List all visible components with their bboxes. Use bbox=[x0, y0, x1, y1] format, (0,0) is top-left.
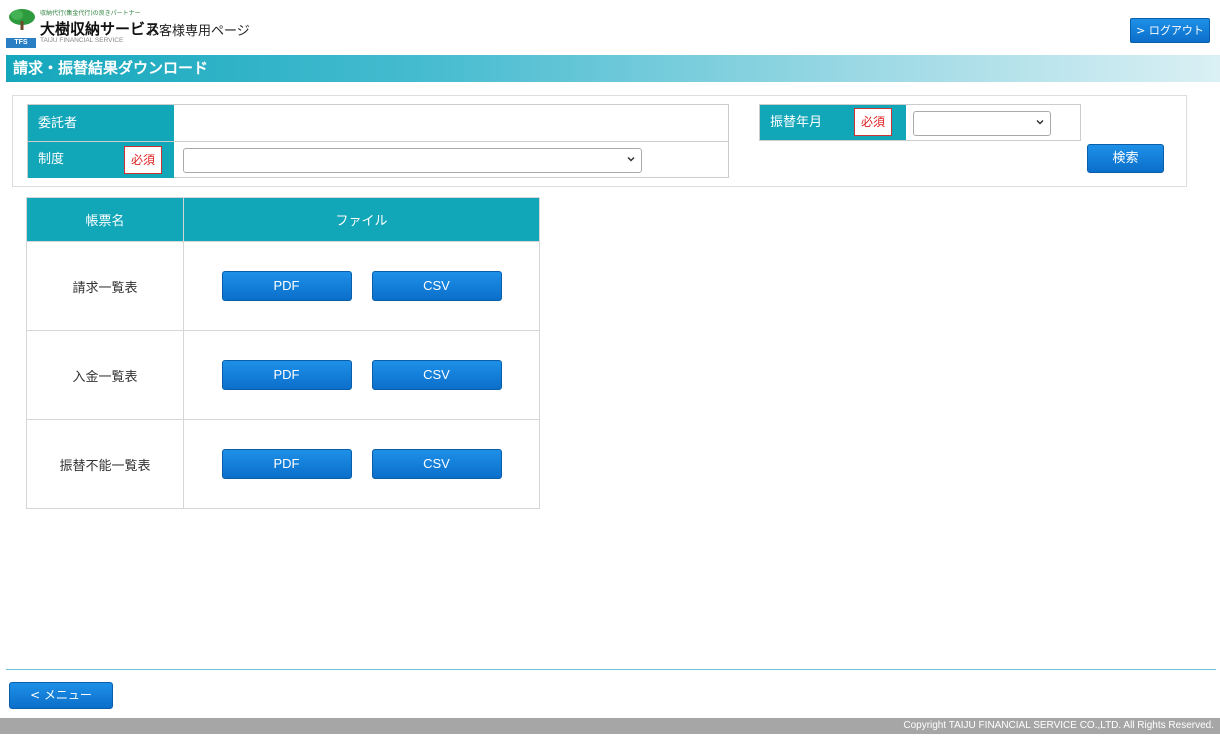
transfer-failure-list-pdf-button[interactable]: PDF bbox=[221, 449, 352, 479]
brand-tagline: 収納代行(集金代行)の良きパートナー bbox=[40, 10, 141, 17]
report-name-cell: 請求一覧表 bbox=[26, 241, 184, 331]
search-panel: 委託者 制度 必須 振替年月 必須 検索 bbox=[12, 95, 1187, 187]
chevron-down-icon bbox=[627, 156, 635, 162]
table-row: 入金一覧表 PDF CSV bbox=[26, 330, 540, 420]
search-button[interactable]: 検索 bbox=[1087, 144, 1164, 173]
chevron-down-icon bbox=[1036, 119, 1044, 125]
back-to-menu-button[interactable]: < メニュー bbox=[9, 682, 113, 709]
brand-name: 大樹収納サービス bbox=[40, 20, 161, 38]
report-name-header: 帳票名 bbox=[26, 197, 184, 242]
file-cell: PDF CSV bbox=[183, 330, 540, 420]
file-cell: PDF CSV bbox=[183, 241, 540, 331]
report-name-cell: 振替不能一覧表 bbox=[26, 419, 184, 509]
billing-list-csv-button[interactable]: CSV bbox=[371, 271, 502, 301]
transfer-failure-list-csv-button[interactable]: CSV bbox=[371, 449, 502, 479]
tree-logo-icon bbox=[9, 9, 35, 30]
system-row: 制度 必須 bbox=[28, 142, 728, 178]
copyright-bar: Copyright TAIJU FINANCIAL SERVICE CO.,LT… bbox=[0, 718, 1220, 734]
consignor-row: 委託者 bbox=[28, 105, 728, 142]
logout-button[interactable]: > ログアウト bbox=[1130, 18, 1210, 43]
brand-english-name: TAIJU FINANCIAL SERVICE bbox=[40, 37, 124, 44]
system-required-badge: 必須 bbox=[124, 146, 162, 174]
table-row: 請求一覧表 PDF CSV bbox=[26, 241, 540, 331]
page-subtitle: お客様専用ページ bbox=[146, 24, 250, 39]
search-form-right: 振替年月 必須 bbox=[759, 104, 1081, 141]
logo-badge: TFS bbox=[6, 38, 36, 48]
table-header-row: 帳票名 ファイル bbox=[26, 197, 540, 242]
page-title: 請求・振替結果ダウンロード bbox=[6, 55, 1220, 82]
file-cell: PDF CSV bbox=[183, 419, 540, 509]
search-form-left: 委託者 制度 必須 bbox=[27, 104, 729, 178]
page-header: TFS 収納代行(集金代行)の良きパートナー 大樹収納サービス TAIJU FI… bbox=[0, 0, 1220, 52]
payment-list-pdf-button[interactable]: PDF bbox=[221, 360, 352, 390]
footer-divider bbox=[6, 669, 1216, 670]
system-select[interactable] bbox=[183, 148, 642, 173]
file-header: ファイル bbox=[183, 197, 540, 242]
report-name-cell: 入金一覧表 bbox=[26, 330, 184, 420]
company-logo: TFS bbox=[6, 8, 38, 48]
consignor-label: 委託者 bbox=[28, 105, 174, 141]
transfer-month-select[interactable] bbox=[913, 111, 1051, 136]
table-row: 振替不能一覧表 PDF CSV bbox=[26, 419, 540, 509]
transfer-month-required-badge: 必須 bbox=[854, 108, 892, 136]
payment-list-csv-button[interactable]: CSV bbox=[371, 360, 502, 390]
billing-list-pdf-button[interactable]: PDF bbox=[221, 271, 352, 301]
report-download-table: 帳票名 ファイル 請求一覧表 PDF CSV 入金一覧表 PDF CSV 振替不能一… bbox=[26, 197, 540, 509]
